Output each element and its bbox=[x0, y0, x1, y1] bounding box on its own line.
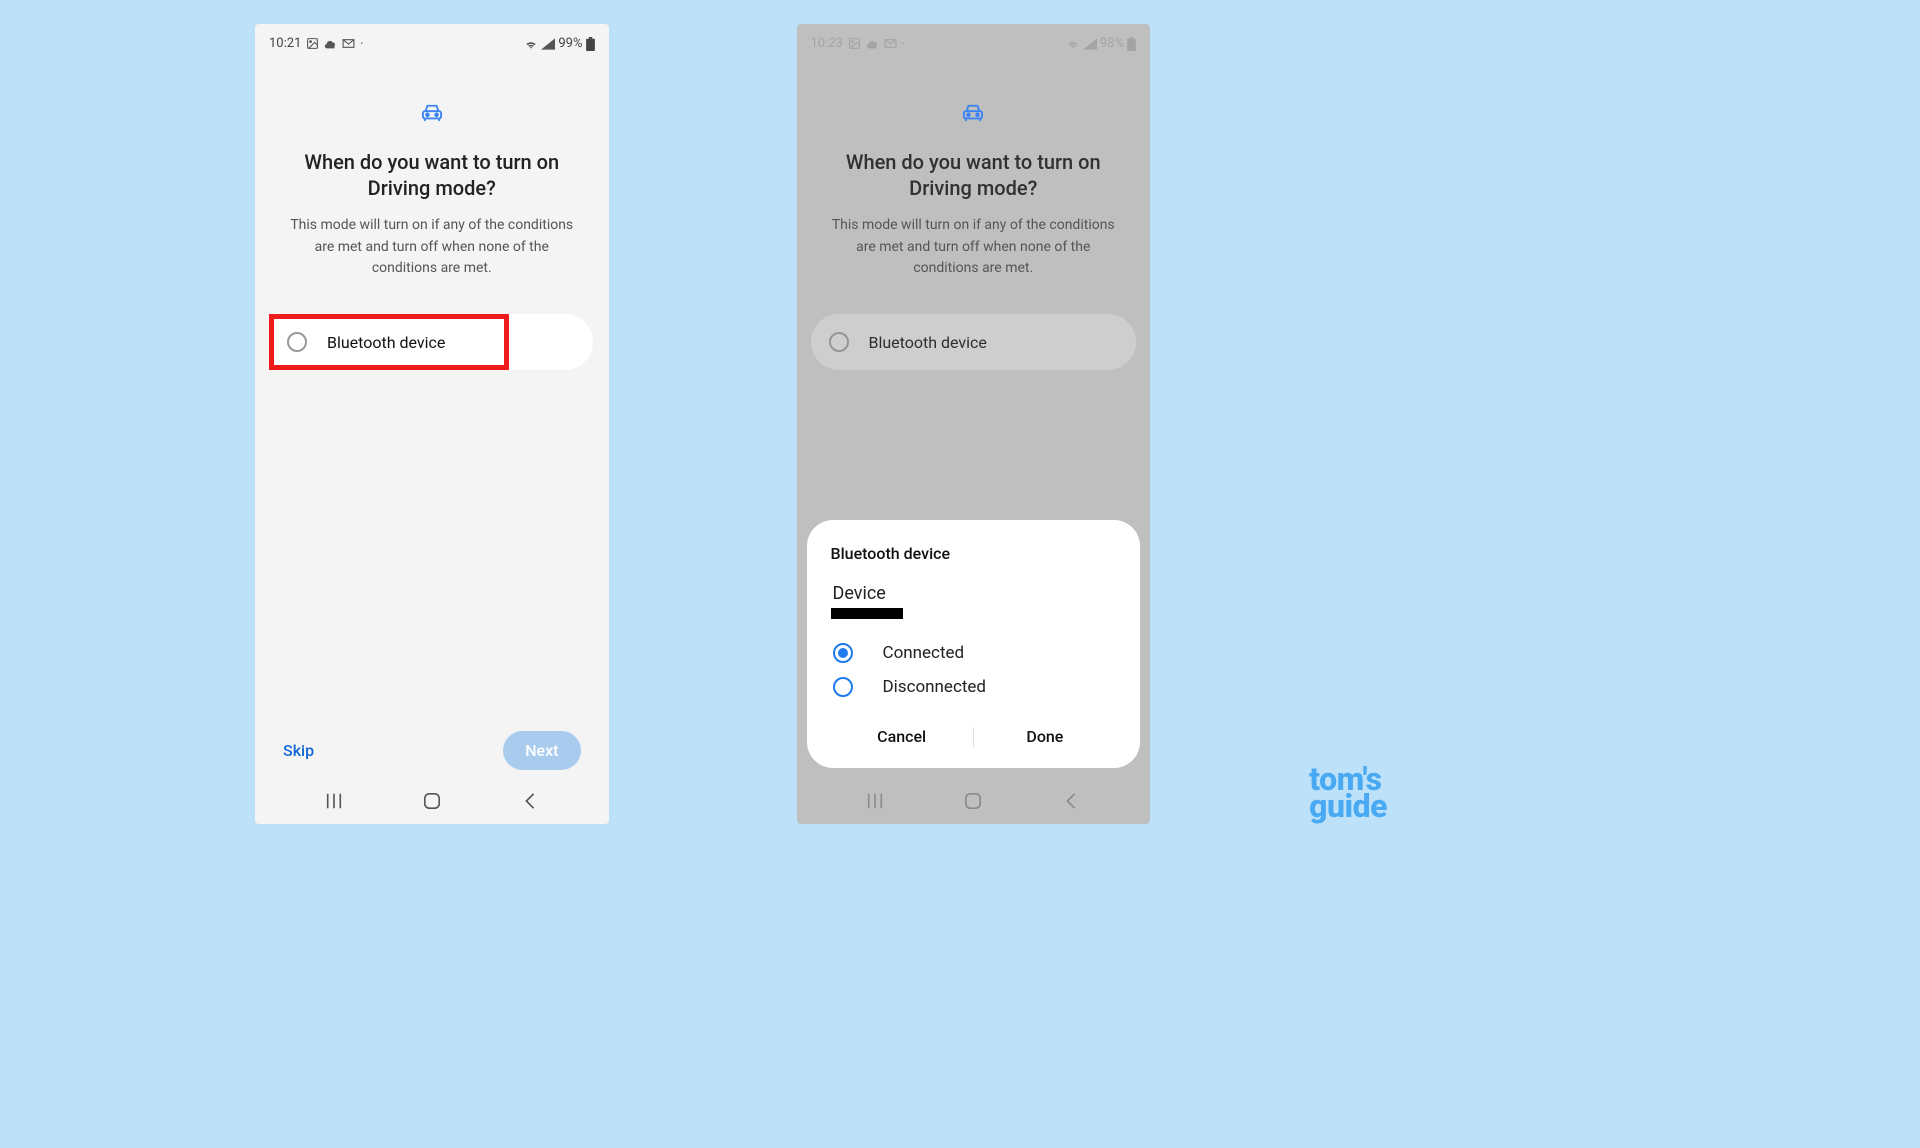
done-button[interactable]: Done bbox=[974, 719, 1116, 754]
phone-left: 10:21 • 99% bbox=[255, 24, 609, 824]
home-button[interactable] bbox=[420, 789, 444, 813]
cloud-icon bbox=[866, 38, 879, 49]
back-button[interactable] bbox=[1059, 789, 1083, 813]
status-time: 10:21 bbox=[269, 36, 301, 51]
image-icon bbox=[848, 37, 861, 50]
recents-button[interactable] bbox=[863, 789, 887, 813]
bluetooth-device-sheet: Bluetooth device Device Connected Discon… bbox=[807, 520, 1141, 768]
cloud-icon bbox=[324, 38, 337, 49]
skip-button[interactable]: Skip bbox=[283, 741, 314, 760]
gmail-icon bbox=[884, 38, 897, 49]
device-name-redacted bbox=[831, 608, 903, 619]
watermark-bottom: guide bbox=[1309, 793, 1387, 820]
status-bar: 10:21 • 99% bbox=[255, 24, 609, 57]
page-title: When do you want to turn on Driving mode… bbox=[269, 149, 595, 201]
bluetooth-device-option[interactable]: Bluetooth device bbox=[269, 314, 509, 370]
watermark: tom's guide bbox=[1309, 766, 1387, 820]
status-bar: 10:23 • 98% bbox=[797, 24, 1151, 57]
image-icon bbox=[306, 37, 319, 50]
page-subtext: This mode will turn on if any of the con… bbox=[823, 215, 1125, 280]
signal-icon bbox=[541, 38, 555, 50]
bluetooth-device-option[interactable]: Bluetooth device bbox=[811, 314, 1137, 370]
recents-button[interactable] bbox=[322, 789, 346, 813]
battery-percent: 98% bbox=[1100, 36, 1124, 51]
wifi-icon bbox=[524, 38, 538, 50]
radio-unchecked-icon[interactable] bbox=[287, 332, 307, 352]
back-button[interactable] bbox=[518, 789, 542, 813]
sheet-title: Bluetooth device bbox=[831, 544, 1117, 563]
nav-bar bbox=[255, 778, 609, 824]
page-subtext: This mode will turn on if any of the con… bbox=[281, 215, 583, 280]
car-icon bbox=[811, 103, 1137, 123]
connected-option[interactable]: Connected bbox=[831, 643, 1117, 663]
option-label: Bluetooth device bbox=[869, 333, 987, 352]
option-label: Bluetooth device bbox=[327, 333, 445, 352]
radio-unchecked-icon[interactable] bbox=[829, 332, 849, 352]
disconnected-option[interactable]: Disconnected bbox=[831, 677, 1117, 697]
next-button[interactable]: Next bbox=[503, 731, 580, 770]
radio-unchecked-icon[interactable] bbox=[833, 677, 853, 697]
nav-bar bbox=[797, 778, 1151, 824]
home-button[interactable] bbox=[961, 789, 985, 813]
status-time: 10:23 bbox=[811, 36, 843, 51]
car-icon bbox=[269, 103, 595, 123]
phone-right: 10:23 • 98% When do you want to turn on … bbox=[797, 24, 1151, 824]
radio-checked-icon[interactable] bbox=[833, 643, 853, 663]
battery-icon bbox=[586, 37, 595, 51]
disconnected-label: Disconnected bbox=[883, 677, 987, 697]
connected-label: Connected bbox=[883, 643, 965, 663]
signal-icon bbox=[1083, 38, 1097, 50]
gmail-icon bbox=[342, 38, 355, 49]
more-dot-icon: • bbox=[360, 39, 363, 48]
cancel-button[interactable]: Cancel bbox=[831, 719, 973, 754]
battery-icon bbox=[1127, 37, 1136, 51]
wifi-icon bbox=[1066, 38, 1080, 50]
more-dot-icon: • bbox=[902, 39, 905, 48]
device-label: Device bbox=[831, 583, 1117, 604]
battery-percent: 99% bbox=[558, 36, 582, 51]
page-title: When do you want to turn on Driving mode… bbox=[811, 149, 1137, 201]
